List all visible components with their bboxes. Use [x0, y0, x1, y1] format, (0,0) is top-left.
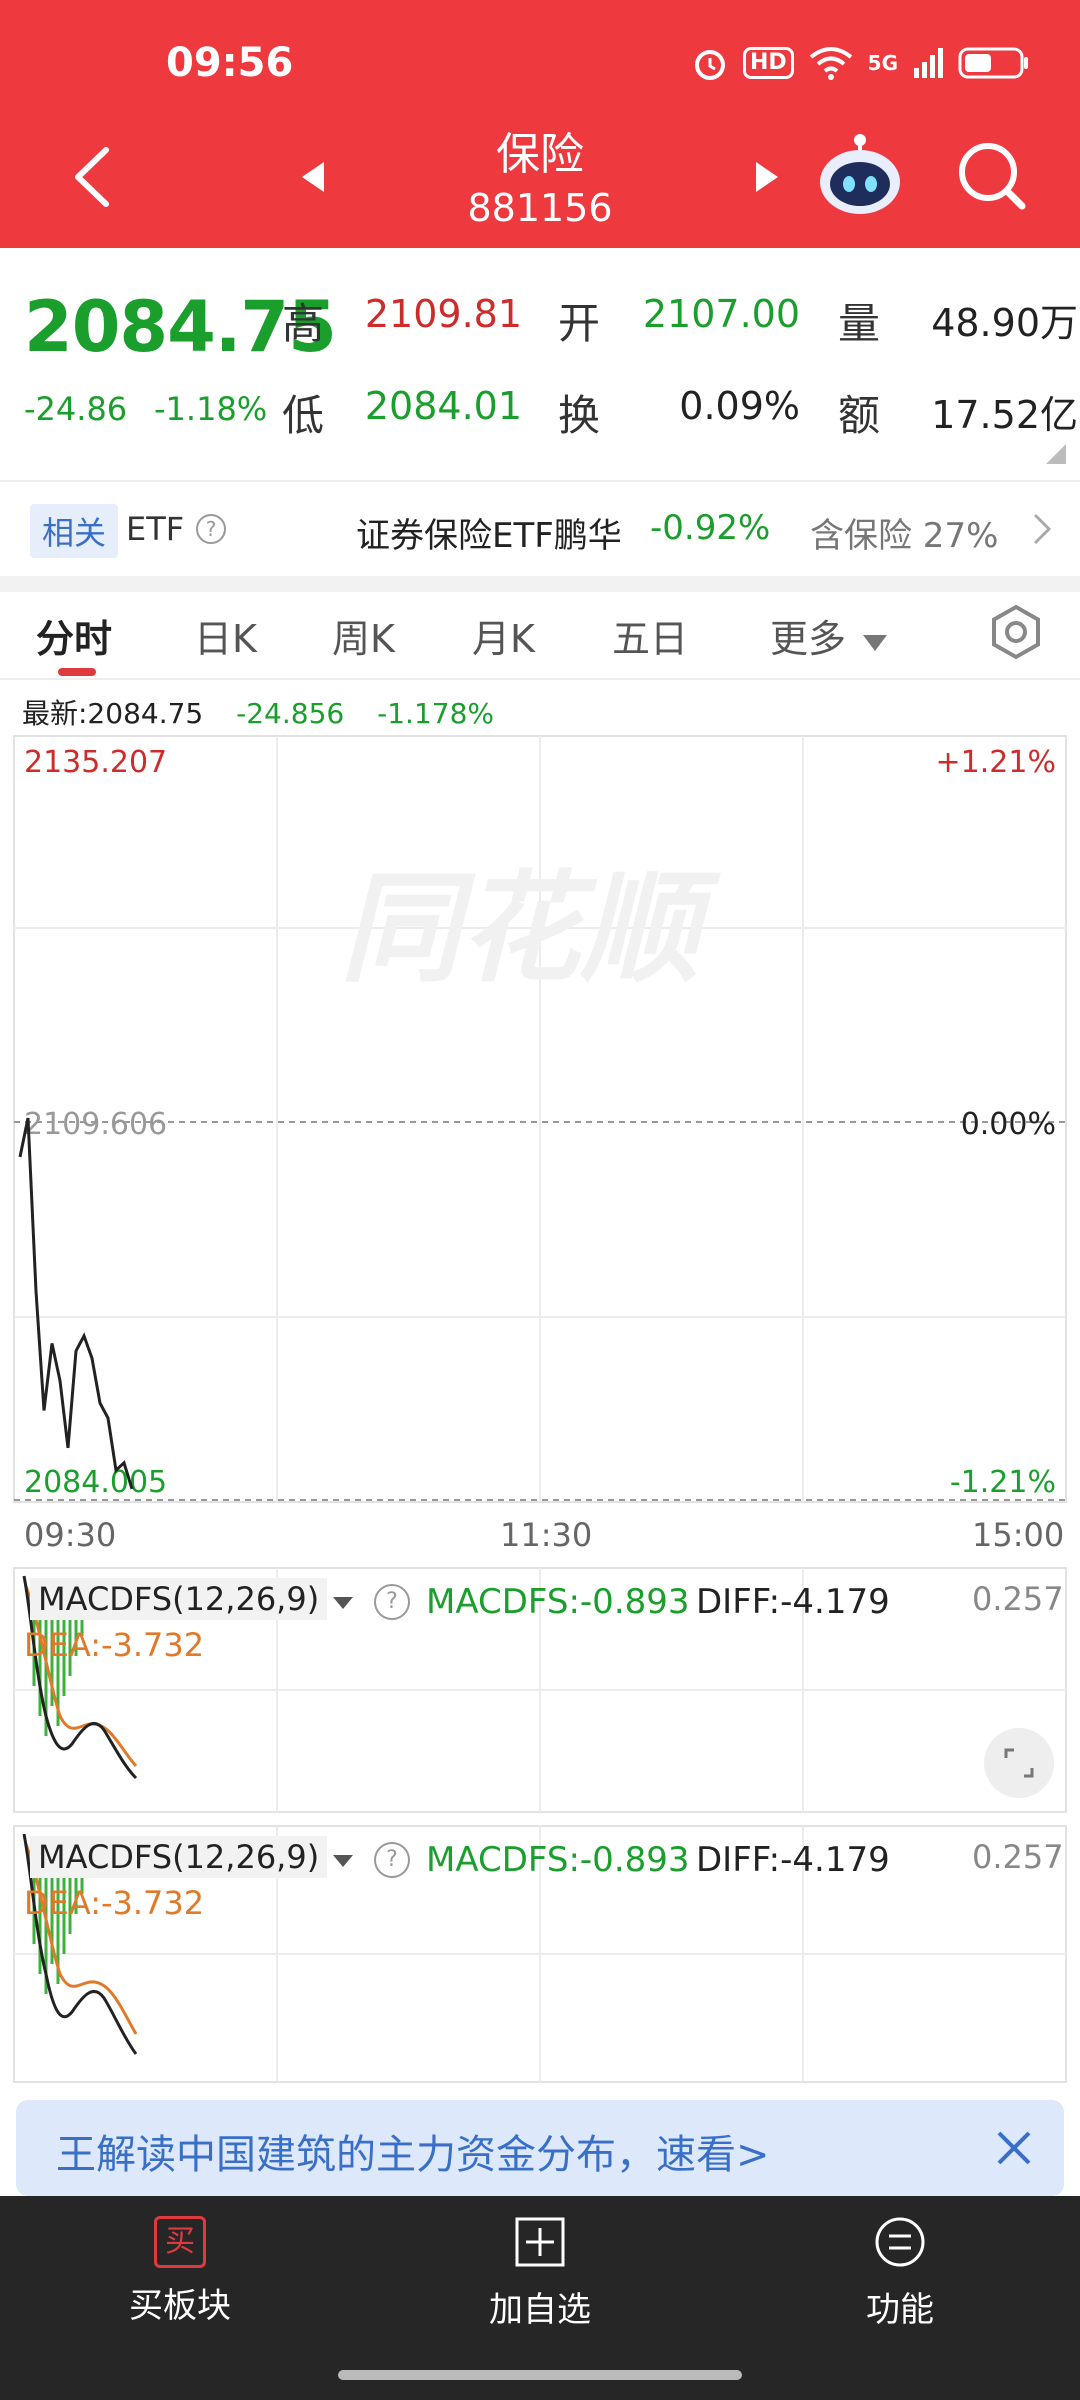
macd-dea: DEA:-3.732: [24, 1626, 205, 1664]
macd-axis-value: 0.257: [972, 1838, 1064, 1876]
tab-monthly-k[interactable]: 月K: [472, 608, 535, 663]
stock-code: 881156: [467, 186, 613, 230]
high-label: 高: [282, 299, 325, 348]
time-axis-mid: 11:30: [500, 1516, 593, 1554]
status-time: 09:56: [166, 40, 294, 86]
pct-axis-mid: 0.00%: [961, 1107, 1056, 1142]
macd-diff: DIFF:-4.179: [696, 1840, 890, 1880]
search-icon[interactable]: [956, 140, 1028, 212]
etf-name: 证券保险ETF鹏华: [356, 516, 622, 556]
open-value: 2107.00: [642, 292, 800, 336]
high-value: 2109.81: [364, 292, 522, 336]
volume-value: 48.90万: [931, 301, 1078, 345]
chart-grid: [14, 736, 1066, 1502]
page-title: 保险: [496, 129, 584, 180]
banner-text[interactable]: 王解读中国建筑的主力资金分布，速看>: [56, 2122, 770, 2180]
settings-icon[interactable]: [988, 604, 1044, 660]
top-header: 09:56 HD 5G 保险 881156: [0, 0, 1080, 248]
macd-selector-1[interactable]: MACDFS(12,26,9): [30, 1578, 354, 1620]
y-axis-top: 2135.207: [24, 745, 167, 780]
etf-label: ETF: [126, 510, 185, 548]
close-icon[interactable]: [994, 2128, 1034, 2168]
macd-value: MACDFS:-0.893: [426, 1582, 690, 1622]
macd-indicator-name: MACDFS(12,26,9): [30, 1578, 328, 1620]
wifi-icon: [809, 47, 852, 80]
caret-down-icon: [863, 635, 888, 651]
pct-axis-bottom: -1.21%: [950, 1465, 1056, 1500]
function-button[interactable]: 功能: [800, 2216, 1000, 2331]
home-indicator[interactable]: [338, 2370, 742, 2380]
buy-icon: 买: [154, 2216, 206, 2268]
tab-more[interactable]: 更多: [770, 608, 888, 663]
y-axis-mid: 2109.606: [24, 1107, 167, 1142]
help-icon[interactable]: ?: [196, 514, 226, 544]
expand-icon: [1004, 1748, 1034, 1778]
caret-down-icon: [333, 1597, 354, 1609]
latest-info-row: 最新:2084.75 -24.856 -1.178%: [22, 692, 494, 732]
function-label: 功能: [866, 2290, 934, 2330]
fullscreen-button[interactable]: [984, 1728, 1054, 1798]
battery-icon: [958, 47, 1028, 79]
active-tab-indicator: [58, 668, 96, 676]
y-axis-bottom: 2084.005: [24, 1465, 167, 1500]
network-5g: 5G: [867, 51, 898, 75]
tab-more-label: 更多: [770, 617, 847, 661]
chevron-right-icon: [1033, 513, 1052, 545]
tab-weekly-k[interactable]: 周K: [332, 608, 395, 663]
turnover-label: 换: [558, 391, 601, 440]
tab-intraday[interactable]: 分时: [36, 608, 112, 663]
related-tag: 相关: [30, 504, 119, 558]
latest-price-label: 最新:2084.75: [22, 697, 204, 730]
macd-axis-value: 0.257: [972, 1580, 1064, 1618]
watermark: 同花顺: [340, 860, 721, 999]
quote-panel: 2084.75 -24.86 -1.18% 高 2109.81 低 2084.0…: [0, 248, 1080, 478]
section-divider: [0, 576, 1080, 592]
caret-down-icon: [333, 1855, 354, 1867]
low-value: 2084.01: [364, 384, 522, 428]
latest-change: -24.856: [236, 697, 345, 730]
buy-sector-label: 买板块: [129, 2286, 231, 2326]
help-icon[interactable]: ?: [374, 1584, 410, 1620]
macd-diff: DIFF:-4.179: [696, 1582, 890, 1622]
price-change: -24.86: [24, 390, 128, 428]
chart-tabs: 分时 日K 周K 月K 五日 更多: [0, 592, 1080, 680]
macd-value: MACDFS:-0.893: [426, 1840, 690, 1880]
intraday-chart[interactable]: 同花顺 2135.207 2109.606 2084.005 +1.21% 0.…: [0, 730, 1080, 1510]
turnover-value: 0.09%: [679, 384, 800, 428]
etf-change: -0.92%: [650, 508, 771, 548]
amount-label: 额: [838, 391, 881, 440]
time-axis-end: 15:00: [972, 1516, 1065, 1554]
help-icon[interactable]: ?: [374, 1842, 410, 1878]
add-icon: [515, 2217, 565, 2267]
robot-assistant-icon[interactable]: [814, 128, 906, 220]
tab-daily-k[interactable]: 日K: [194, 608, 257, 663]
time-axis-start: 09:30: [24, 1516, 117, 1554]
next-stock-icon[interactable]: [754, 160, 780, 194]
menu-icon: [875, 2217, 925, 2267]
related-etf-row[interactable]: 相关 ETF ? 证券保险ETF鹏华 -0.92% 含保险 27%: [0, 480, 1080, 576]
amount-value: 17.52亿: [931, 393, 1078, 437]
price-line: [18, 1117, 134, 1490]
alarm-icon: [694, 50, 725, 80]
latest-change-pct: -1.178%: [377, 697, 494, 730]
volume-label: 量: [838, 299, 881, 348]
signal-icon: [914, 48, 943, 78]
hd-icon: HD: [742, 47, 794, 79]
status-icons: HD 5G: [691, 44, 1030, 82]
open-label: 开: [558, 299, 601, 348]
macd-dea: DEA:-3.732: [24, 1884, 205, 1922]
macd-indicator-name: MACDFS(12,26,9): [30, 1836, 328, 1878]
pct-axis-top: +1.21%: [936, 745, 1056, 780]
low-label: 低: [282, 391, 325, 440]
add-watchlist-button[interactable]: 加自选: [440, 2216, 640, 2331]
macd-selector-2[interactable]: MACDFS(12,26,9): [30, 1836, 354, 1878]
add-watchlist-label: 加自选: [489, 2290, 591, 2330]
expand-quote-corner[interactable]: [1046, 444, 1066, 464]
buy-sector-button[interactable]: 买 买板块: [80, 2216, 280, 2327]
tab-five-day[interactable]: 五日: [612, 608, 688, 663]
etf-contain-ratio: 含保险 27%: [810, 516, 999, 556]
promo-banner[interactable]: 王解读中国建筑的主力资金分布，速看>: [16, 2100, 1064, 2196]
price-change-pct: -1.18%: [154, 390, 268, 428]
